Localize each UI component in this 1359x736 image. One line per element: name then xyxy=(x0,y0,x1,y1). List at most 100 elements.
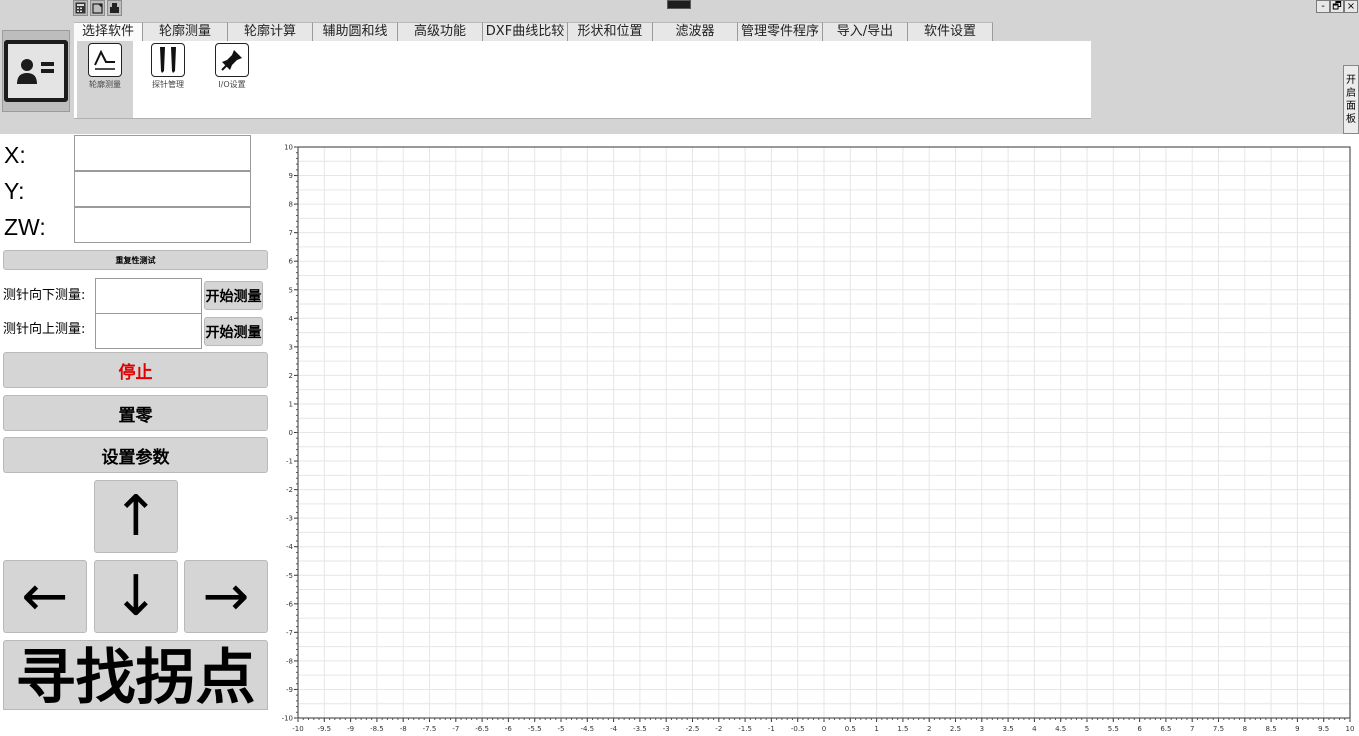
x-tick-label: -2 xyxy=(715,725,722,733)
x-tick-label: -6.5 xyxy=(475,725,489,733)
ribbon-item-label: I/O设置 xyxy=(218,80,246,89)
tab-0[interactable]: 选择软件 xyxy=(74,22,143,41)
x-tick-label: -0.5 xyxy=(791,725,805,733)
start-measure-up-button[interactable]: 开始测量 xyxy=(204,317,263,346)
arrow-right-icon: → xyxy=(202,563,250,629)
set-parameters-button[interactable]: 设置参数 xyxy=(3,437,268,473)
x-tick-label: -3.5 xyxy=(633,725,647,733)
x-tick-label: -3 xyxy=(663,725,670,733)
ribbon-item-probe-management[interactable]: 探针管理 xyxy=(140,41,196,118)
tab-2[interactable]: 轮廓计算 xyxy=(228,22,313,41)
y-tick-label: -8 xyxy=(286,657,293,665)
x-label: X: xyxy=(4,142,26,168)
x-tick-label: 1 xyxy=(874,725,878,733)
x-tick-label: 1.5 xyxy=(897,725,908,733)
arrow-left-icon: ← xyxy=(21,563,69,629)
tab-4[interactable]: 高级功能 xyxy=(398,22,483,41)
jog-down-button[interactable]: ↓ xyxy=(94,560,178,633)
y-tick-label: 10 xyxy=(284,144,293,152)
window-icon[interactable] xyxy=(90,0,105,16)
x-tick-label: 7.5 xyxy=(1213,725,1224,733)
minimize-button[interactable]: - xyxy=(1316,0,1330,13)
tab-1[interactable]: 轮廓测量 xyxy=(143,22,228,41)
y-tick-label: 9 xyxy=(289,172,293,180)
x-tick-label: 3 xyxy=(980,725,984,733)
arrow-down-icon: ↓ xyxy=(112,563,160,629)
chart-grid xyxy=(297,146,1351,719)
tab-3[interactable]: 辅助圆和线 xyxy=(313,22,398,41)
ribbon-item-profile-measure[interactable]: 轮廓测量 xyxy=(77,41,133,118)
ribbon-tabs: 选择软件 轮廓测量 轮廓计算 辅助圆和线 高级功能 DXF曲线比较 形状和位置 滤波器 管理零件… xyxy=(74,22,993,41)
x-tick-label: 6 xyxy=(1137,725,1142,733)
y-tick-label: -4 xyxy=(286,543,294,551)
start-measure-down-button[interactable]: 开始测量 xyxy=(204,281,263,310)
y-tick-label: 2 xyxy=(289,372,293,380)
app-menu-button[interactable] xyxy=(2,30,70,112)
jog-up-button[interactable]: ↑ xyxy=(94,480,178,553)
x-tick-label: -8.5 xyxy=(370,725,384,733)
chart-ticks: -10 -9.5 -9 -8.5 -8 -7.5 -7 -6.5 -6 -5.5 -5 -4.5 -4-… xyxy=(282,144,1355,734)
zw-label: ZW: xyxy=(4,214,46,240)
probe-icon xyxy=(151,43,185,77)
x-tick-label: -1.5 xyxy=(738,725,752,733)
x-tick-label: -9.5 xyxy=(317,725,331,733)
probe-up-input[interactable] xyxy=(95,313,202,349)
x-tick-label: 9 xyxy=(1295,725,1299,733)
open-panel-button[interactable]: 开启面板 xyxy=(1343,65,1359,134)
window-drag-handle[interactable] xyxy=(667,0,691,9)
jog-left-button[interactable]: ← xyxy=(3,560,87,633)
y-label: Y: xyxy=(4,178,25,204)
tab-7[interactable]: 滤波器 xyxy=(653,22,738,41)
x-input[interactable] xyxy=(74,135,251,171)
chart-canvas: -10 -9.5 -9 -8.5 -8 -7.5 -7 -6.5 -6 -5.5 -5 -4.5 -4-… xyxy=(282,144,1355,734)
open-panel-label: 开启面板 xyxy=(1346,75,1356,125)
x-tick-label: -10 xyxy=(292,725,303,733)
probe-down-input[interactable] xyxy=(95,278,202,314)
probe-down-label: 测针向下测量: xyxy=(3,288,86,303)
x-tick-label: -5 xyxy=(558,725,565,733)
tab-5[interactable]: DXF曲线比较 xyxy=(483,22,568,41)
stop-button[interactable]: 停止 xyxy=(3,352,268,388)
tab-9[interactable]: 导入/导出 xyxy=(823,22,908,41)
y-tick-label: -6 xyxy=(286,600,294,608)
x-tick-label: -4 xyxy=(610,725,618,733)
x-tick-label: 3.5 xyxy=(1003,725,1014,733)
x-tick-label: -1 xyxy=(768,725,775,733)
y-tick-label: -1 xyxy=(286,458,293,466)
x-tick-label: -7 xyxy=(452,725,459,733)
y-input[interactable] xyxy=(74,171,251,207)
x-tick-label: 2.5 xyxy=(950,725,961,733)
zw-input[interactable] xyxy=(74,207,251,243)
arrow-up-icon: ↑ xyxy=(112,483,160,549)
window-controls: - 🗗 × xyxy=(1316,0,1358,13)
close-button[interactable]: × xyxy=(1344,0,1358,13)
tab-8[interactable]: 管理零件程序 xyxy=(738,22,823,41)
profile-measure-icon xyxy=(88,43,122,77)
x-tick-label: 0 xyxy=(822,725,826,733)
x-tick-label: -4.5 xyxy=(580,725,594,733)
restore-button[interactable]: 🗗 xyxy=(1330,0,1344,13)
x-tick-label: 6.5 xyxy=(1160,725,1171,733)
y-tick-label: -5 xyxy=(286,572,293,580)
profile-chart[interactable]: -10 -9.5 -9 -8.5 -8 -7.5 -7 -6.5 -6 -5.5 -5 -4.5 -4-… xyxy=(272,134,1359,736)
y-tick-label: 6 xyxy=(289,258,294,266)
x-tick-label: -8 xyxy=(400,725,407,733)
jog-right-button[interactable]: → xyxy=(184,560,268,633)
y-tick-label: -9 xyxy=(286,686,293,694)
repeatability-test-button[interactable]: 重复性测试 xyxy=(3,250,268,270)
y-tick-label: -3 xyxy=(286,515,293,523)
zero-button[interactable]: 置零 xyxy=(3,395,268,431)
find-inflection-point-button[interactable]: 寻找拐点 xyxy=(3,640,268,710)
control-panel: X: Y: ZW: 重复性测试 测针向下测量: 开始测量 测针向上测量: 开始测… xyxy=(0,134,272,736)
ribbon-item-io-settings[interactable]: I/O设置 xyxy=(204,41,260,118)
x-tick-label: 10 xyxy=(1346,725,1355,733)
y-tick-label: 3 xyxy=(289,343,293,351)
tool-icon[interactable] xyxy=(107,0,122,16)
tab-10[interactable]: 软件设置 xyxy=(908,22,993,41)
calculator-icon[interactable] xyxy=(73,0,88,16)
x-tick-label: 5.5 xyxy=(1108,725,1119,733)
tab-6[interactable]: 形状和位置 xyxy=(568,22,653,41)
x-tick-label: 2 xyxy=(927,725,931,733)
y-tick-label: 8 xyxy=(289,201,293,209)
x-tick-label: 8.5 xyxy=(1266,725,1277,733)
